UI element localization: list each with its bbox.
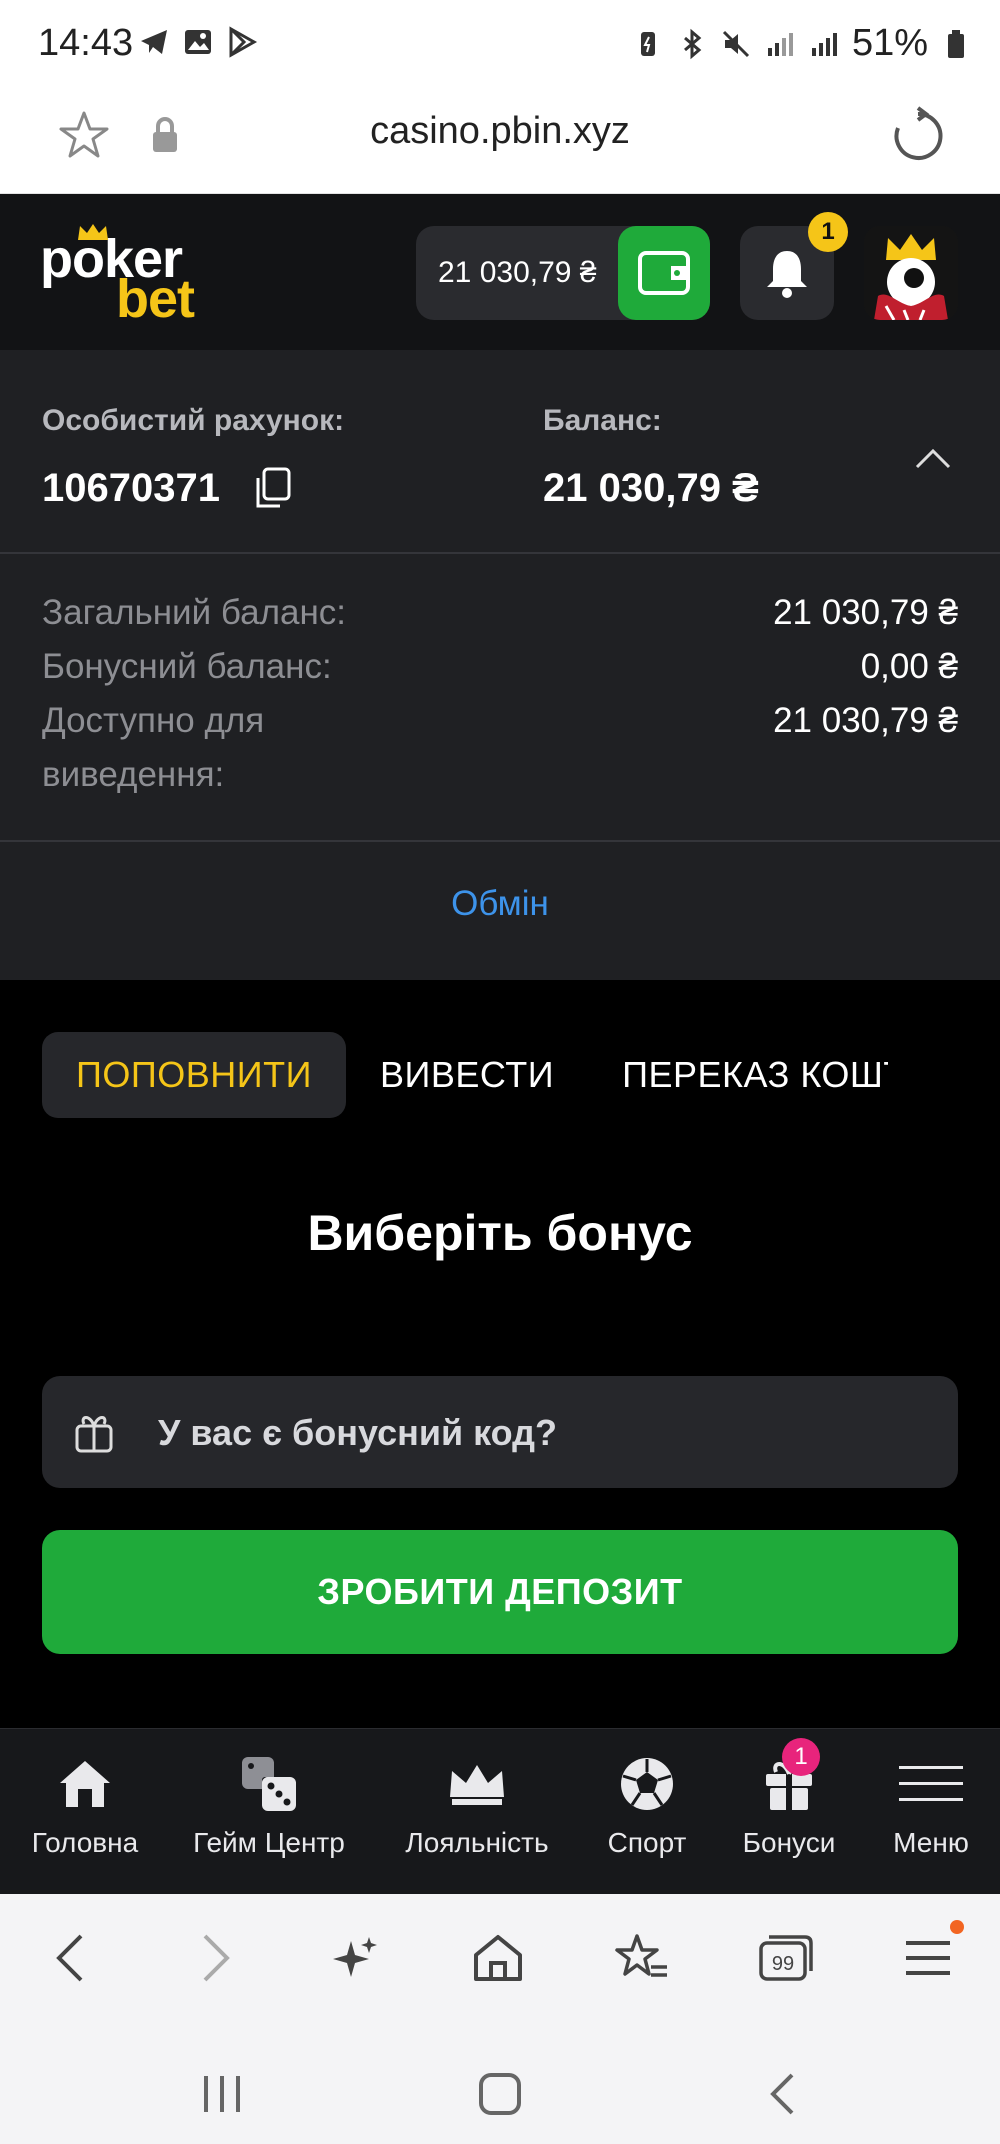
tab-deposit[interactable]: ПОПОВНИТИ (42, 1032, 347, 1118)
android-navigation-bar (0, 2024, 1000, 2144)
site-header: poker bet 21 030,79 ₴ 1 (0, 194, 1000, 350)
crown-icon (450, 1765, 504, 1805)
nav-label-home: Головна (31, 1827, 139, 1858)
nav-item-menu[interactable]: Меню (846, 1751, 1000, 1859)
logo-crown-icon (78, 224, 108, 240)
wallet-button[interactable] (618, 226, 710, 320)
user-avatar[interactable] (864, 226, 958, 320)
star-list-icon (615, 1934, 667, 1977)
url-text[interactable]: casino.pbin.xyz (0, 110, 1000, 153)
forward-button[interactable] (186, 1928, 246, 1988)
account-number: 10670371 (42, 466, 220, 510)
back-button[interactable] (40, 1928, 100, 1988)
bluetooth-icon (683, 28, 702, 59)
home-square-icon (479, 2073, 521, 2115)
browser-address-bar: casino.pbin.xyz (0, 88, 1000, 194)
soccer-ball-icon (621, 1758, 673, 1810)
king-avatar-icon (864, 226, 958, 320)
browser-toolbar: 99 (0, 1894, 1000, 2024)
hamburger-icon (906, 1941, 950, 1975)
status-left-icons (138, 26, 258, 58)
cashier-tabs: ПОПОВНИТИ ВИВЕСТИ ПЕРЕКАЗ КОШТІВ (42, 1032, 888, 1118)
bell-icon (767, 251, 807, 298)
exchange-panel: Обмін (0, 842, 1000, 980)
total-balance-label: Загальний баланс: (42, 593, 347, 632)
copy-icon[interactable] (252, 466, 292, 510)
bonuses-badge: 1 (782, 1738, 820, 1776)
chevron-left-icon (770, 2073, 794, 2115)
tab-transfer[interactable]: ПЕРЕКАЗ КОШТІВ (588, 1032, 888, 1118)
wallet-icon (638, 251, 690, 295)
nav-label-game-center: Гейм Центр (193, 1827, 345, 1858)
chevron-up-icon[interactable] (914, 446, 952, 470)
withdrawable-row: Доступно для виведення: 21 030,79 ₴ (42, 694, 958, 804)
header-balance[interactable]: 21 030,79 ₴ (416, 226, 710, 320)
bonus-balance-value: 0,00 ₴ (860, 647, 958, 686)
svg-text:99: 99 (772, 1953, 794, 1975)
battery-percent: 51% (851, 22, 928, 64)
pokerbet-logo[interactable]: poker bet (40, 224, 220, 329)
withdrawable-value: 21 030,79 ₴ (773, 701, 958, 740)
arrow-left-icon (56, 1934, 83, 1982)
tabs-button[interactable]: 99 (756, 1928, 816, 1988)
cashier-section: ПОПОВНИТИ ВИВЕСТИ ПЕРЕКАЗ КОШТІВ Виберіт… (0, 980, 1000, 1728)
logo-text-bottom: bet (116, 269, 195, 329)
header-balance-amount: 21 030,79 ₴ (438, 256, 597, 289)
menu-notification-dot (950, 1920, 964, 1934)
back-system-button[interactable] (752, 2064, 812, 2124)
tab-withdraw[interactable]: ВИВЕСТИ (346, 1032, 588, 1118)
hamburger-icon (899, 1766, 963, 1801)
gift-icon (75, 1416, 113, 1453)
battery-icon (948, 29, 964, 58)
recent-apps-button[interactable] (192, 2064, 252, 2124)
nav-item-game-center[interactable]: Гейм Центр (184, 1751, 354, 1859)
withdrawable-label-line2: виведення: (42, 755, 225, 794)
account-number-label: Особистий рахунок: (42, 404, 345, 437)
bookmarks-button[interactable] (612, 1928, 672, 1988)
choose-bonus-title: Виберіть бонус (307, 1205, 693, 1261)
gallery-icon (185, 30, 211, 54)
promo-code-field[interactable]: У вас є бонусний код? (42, 1376, 958, 1488)
browser-menu-button[interactable] (898, 1928, 958, 1988)
make-deposit-button[interactable]: ЗРОБИТИ ДЕПОЗИТ (42, 1530, 958, 1654)
exchange-link[interactable]: Обмін (0, 884, 1000, 924)
dice-icon (242, 1757, 296, 1811)
recents-icon (204, 2076, 240, 2112)
tabs-count-icon: 99 (759, 1935, 813, 1981)
telegram-icon (141, 30, 167, 54)
status-right-icons: 51% (632, 22, 972, 65)
home-outline-icon (474, 1935, 522, 1981)
bonus-balance-label: Бонусний баланс: (42, 647, 332, 686)
nav-item-home[interactable]: Головна (0, 1751, 170, 1859)
notifications-badge: 1 (808, 212, 848, 252)
battery-saver-icon (640, 31, 655, 56)
ai-assist-button[interactable] (326, 1928, 386, 1988)
signal-r-icon (767, 32, 793, 56)
arrow-right-icon (203, 1934, 230, 1982)
withdrawable-label: Доступно для (42, 701, 265, 740)
play-store-icon (229, 26, 258, 58)
nav-label-menu: Меню (893, 1827, 969, 1858)
total-balance-value: 21 030,79 ₴ (773, 593, 958, 632)
status-bar: 14:43 51% (0, 0, 1000, 88)
promo-code-placeholder: У вас є бонусний код? (158, 1412, 558, 1453)
reload-icon[interactable] (888, 106, 948, 166)
nav-label-loyalty: Лояльність (405, 1827, 549, 1858)
home-system-button[interactable] (470, 2064, 530, 2124)
account-panel: Особистий рахунок: 10670371 Баланс: 21 0… (0, 350, 1000, 554)
balance-details: Загальний баланс: 21 030,79 ₴ Бонусний б… (0, 554, 1000, 842)
mute-icon (722, 30, 749, 57)
sparkle-icon (333, 1937, 377, 1977)
balance-value: 21 030,79 ₴ (543, 466, 759, 510)
home-button[interactable] (468, 1928, 528, 1988)
home-icon (60, 1761, 110, 1807)
signal-4g-icon (811, 32, 837, 56)
site-bottom-nav: Головна Гейм Центр Лояльність Спорт Бону… (0, 1728, 1000, 1894)
status-time: 14:43 (38, 22, 134, 64)
balance-label: Баланс: (543, 404, 662, 437)
nav-item-loyalty[interactable]: Лояльність (392, 1751, 562, 1859)
